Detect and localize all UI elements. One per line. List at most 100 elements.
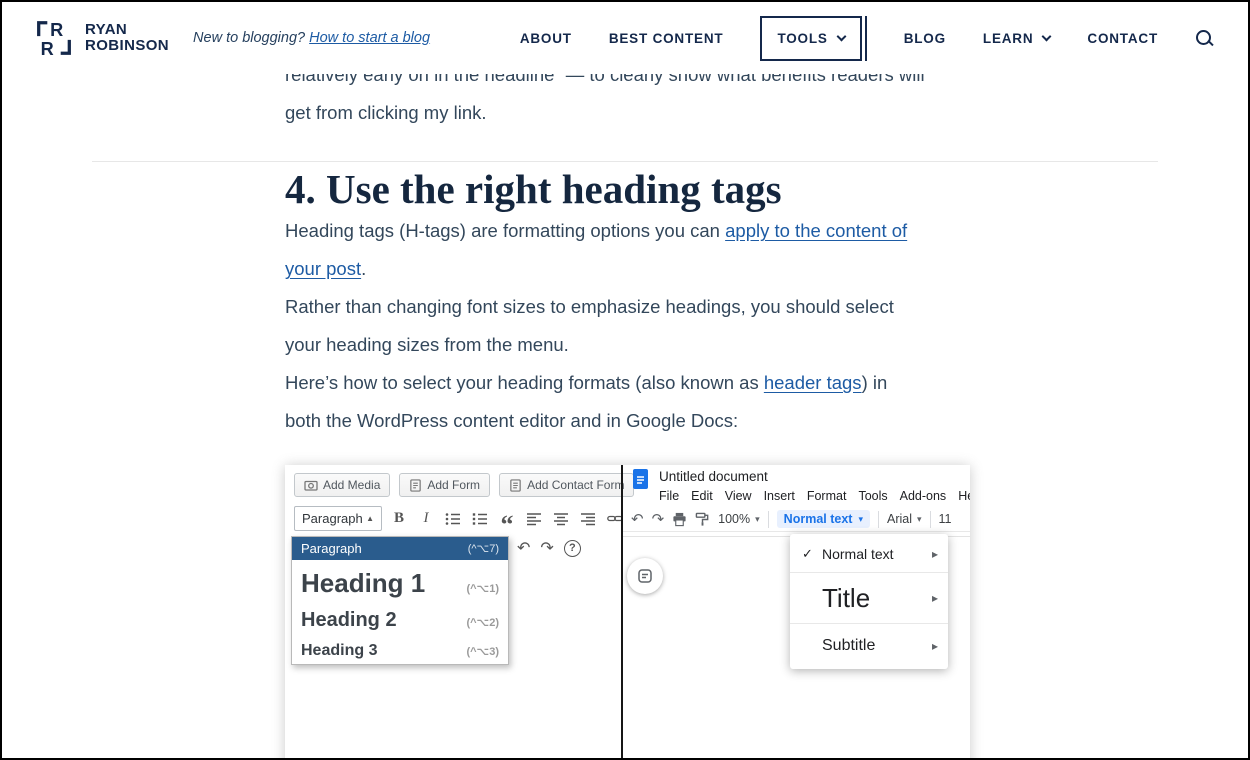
menu-edit: Edit: [691, 489, 713, 503]
nav-item-about[interactable]: ABOUT: [520, 31, 572, 46]
toolbar-separator: [930, 511, 931, 528]
paint-format-icon: [695, 512, 710, 527]
menu-view: View: [725, 489, 752, 503]
dropdown-item-label: Heading 2: [301, 609, 397, 632]
submenu-arrow-icon: ▸: [932, 639, 938, 653]
nav-item-blog[interactable]: BLOG: [904, 31, 946, 46]
link-text: apply to the content of: [725, 220, 907, 241]
button-label: Add Form: [427, 478, 480, 492]
paragraph-text: both the WordPress content editor and in…: [285, 410, 738, 431]
style-option-subtitle: Subtitle ▸: [790, 626, 948, 666]
dropdown-item-shortcut: (^⌥2): [466, 616, 499, 629]
paragraph-how-to: Here’s how to select your heading format…: [285, 364, 975, 440]
dropdown-item-shortcut: (^⌥1): [466, 582, 499, 595]
chevron-down-icon: ▾: [755, 514, 760, 525]
align-left-icon: [524, 509, 544, 529]
logo-wordmark: RYANROBINSON: [85, 22, 169, 54]
style-option-label: Title: [822, 583, 870, 614]
button-label: Add Contact Form: [527, 478, 624, 492]
paragraph-text: ) in: [862, 372, 888, 393]
add-contact-form-button: Add Contact Form: [499, 473, 634, 497]
undo-icon: ↶: [631, 512, 644, 527]
media-icon: [304, 479, 318, 491]
gdocs-menu-bar: File Edit View Insert Format Tools Add-o…: [659, 489, 970, 503]
paragraph-font-sizes: Rather than changing font sizes to empha…: [285, 288, 975, 364]
add-form-button: Add Form: [399, 473, 490, 497]
menu-help: Help: [958, 489, 970, 503]
font-select: Arial ▾: [887, 512, 922, 526]
font-size-value: 11: [939, 512, 952, 526]
check-icon: ✓: [802, 546, 822, 562]
document-title: Untitled document: [659, 469, 768, 484]
paragraph-format-select: Paragraph ▲: [294, 506, 382, 531]
toolbar-separator: [878, 511, 879, 528]
outline-button: [627, 558, 663, 594]
logo-line1: RYAN: [85, 21, 127, 38]
article-content: relatively early on in the headline” — t…: [285, 2, 975, 760]
paragraph-text: your heading sizes from the menu.: [285, 334, 569, 355]
redo-icon: ↷: [540, 538, 553, 558]
menu-insert: Insert: [764, 489, 795, 503]
clipped-paragraph-line2: get from clicking my link.: [285, 102, 487, 123]
site-header: R R RYANROBINSON New to blogging? How to…: [2, 2, 1248, 74]
site-logo[interactable]: R R RYANROBINSON: [32, 16, 169, 60]
link-text: your post: [285, 258, 361, 279]
undo-icon: ↶: [517, 538, 530, 558]
svg-text:R: R: [41, 39, 54, 59]
menu-divider: [790, 623, 948, 624]
paragraph-text: Heading tags (H-tags) are formatting opt…: [285, 220, 725, 241]
bold-icon: B: [389, 509, 409, 529]
nav-item-tools[interactable]: TOOLS: [760, 16, 861, 61]
chevron-down-icon: ▾: [917, 514, 922, 525]
menu-format: Format: [807, 489, 847, 503]
dropdown-item-heading3: Heading 3 (^⌥3): [292, 636, 508, 664]
start-a-blog-link[interactable]: How to start a blog: [309, 30, 430, 46]
dropdown-selected-item: Paragraph (^⌥7): [292, 537, 508, 560]
redo-icon: ↷: [652, 512, 665, 527]
select-value: Paragraph: [302, 511, 363, 526]
form-icon: [409, 479, 422, 492]
styles-dropdown-menu: ✓ Normal text ▸ Title ▸ Subtitle ▸: [790, 534, 948, 669]
style-option-label: Normal text: [822, 546, 894, 562]
paragraph-text: .: [361, 258, 366, 279]
nav-item-learn[interactable]: LEARN: [983, 31, 1051, 46]
toolbar-separator: [768, 511, 769, 528]
nav-item-best-content[interactable]: BEST CONTENT: [609, 31, 724, 46]
logo-monogram-icon: R R: [32, 16, 76, 60]
header-tags-link[interactable]: header tags: [764, 372, 862, 393]
blockquote-icon: “: [497, 509, 517, 529]
wp-toolbar-row2: ↶ ↷ ?: [517, 538, 581, 558]
svg-text:R: R: [50, 20, 63, 40]
toolbar-border: [623, 531, 970, 532]
zoom-select: 100%▾: [718, 512, 760, 526]
font-size-field: 11: [939, 512, 952, 526]
dropdown-item-heading1: Heading 1 (^⌥1): [292, 560, 508, 603]
dropdown-item-shortcut: (^⌥3): [466, 645, 499, 658]
select-arrow-up-icon: ▲: [366, 514, 374, 523]
help-icon: ?: [564, 540, 581, 557]
styles-value: Normal text: [784, 512, 853, 526]
style-option-normal-text: ✓ Normal text ▸: [790, 537, 948, 570]
contact-form-icon: [509, 479, 522, 492]
add-media-button: Add Media: [294, 473, 390, 497]
logo-line2: ROBINSON: [85, 37, 169, 54]
search-icon[interactable]: [1195, 29, 1214, 48]
format-dropdown-menu: Paragraph (^⌥7) Heading 1 (^⌥1) Heading …: [291, 536, 509, 665]
font-value: Arial: [887, 512, 912, 526]
dropdown-item-label: Heading 3: [301, 642, 377, 660]
page: relatively early on in the headline” — t…: [0, 0, 1250, 760]
document-outline-icon: [638, 569, 652, 583]
header-tagline: New to blogging? How to start a blog: [193, 30, 430, 46]
dropdown-item-label: Heading 1: [301, 568, 425, 599]
editor-comparison-image: Add Media Add Form Add Contact Form Para…: [285, 465, 970, 760]
nav-item-contact[interactable]: CONTACT: [1087, 31, 1158, 46]
chevron-down-icon: [1042, 31, 1052, 41]
submenu-arrow-icon: ▸: [932, 547, 938, 561]
nav-item-label: TOOLS: [777, 31, 827, 46]
style-option-label: Subtitle: [822, 637, 875, 655]
nav-item-label: LEARN: [983, 31, 1034, 46]
menu-divider: [790, 572, 948, 573]
menu-addons: Add-ons: [900, 489, 947, 503]
chevron-down-icon: ▾: [858, 514, 863, 525]
italic-icon: I: [416, 509, 436, 529]
